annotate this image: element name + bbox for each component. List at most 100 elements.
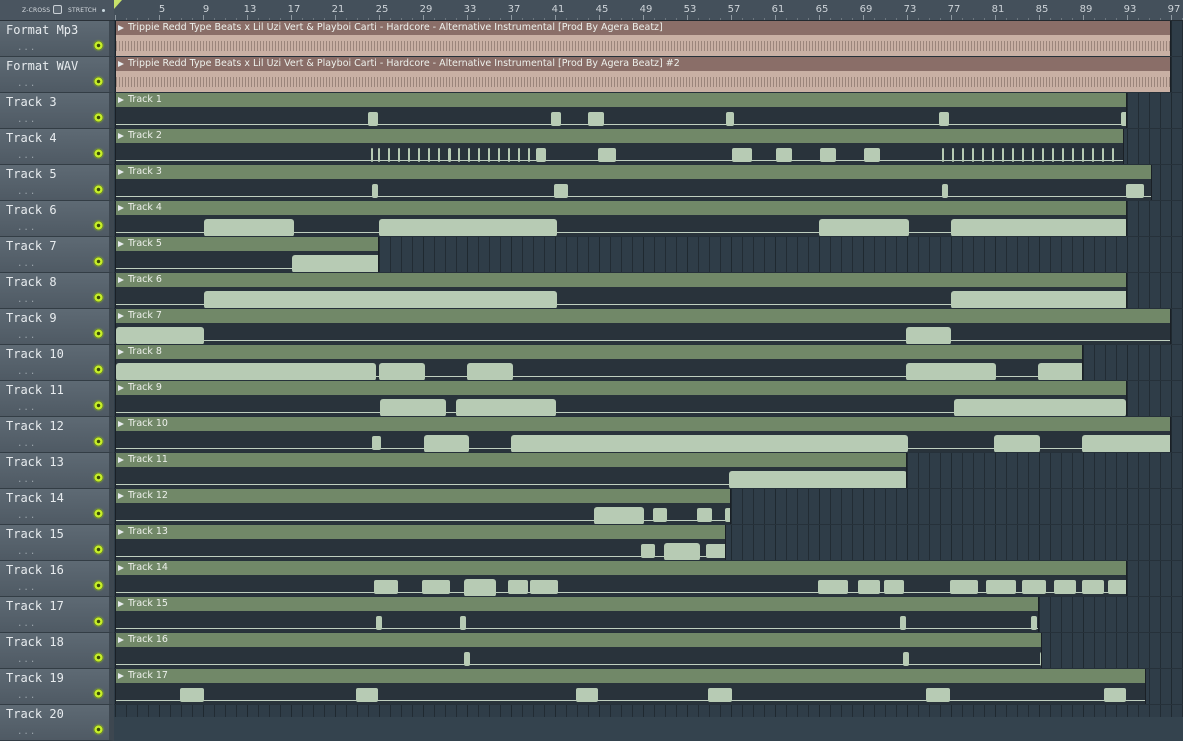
zcross-toggle[interactable] xyxy=(53,5,62,14)
mute-led-icon[interactable] xyxy=(94,437,103,446)
mute-led-icon[interactable] xyxy=(94,617,103,626)
clip-title-bar[interactable]: Track 1 xyxy=(116,93,1126,107)
clip-title-bar[interactable]: Track 8 xyxy=(116,345,1082,359)
track-header[interactable]: Track 7... xyxy=(0,237,114,273)
clip-title-bar[interactable]: Track 11 xyxy=(116,453,906,467)
pattern-clip[interactable]: Track 4 xyxy=(115,201,1127,236)
pattern-clip[interactable]: Track 14 xyxy=(115,561,1127,596)
pattern-clip[interactable]: Track 11 xyxy=(115,453,907,488)
pattern-clip[interactable]: Track 1 xyxy=(115,93,1127,128)
clip-title-bar[interactable]: Track 5 xyxy=(116,237,378,251)
track-name[interactable]: Track 12 xyxy=(6,419,64,433)
mute-led-icon[interactable] xyxy=(94,185,103,194)
track-header[interactable]: Format WAV... xyxy=(0,57,114,93)
clip-title-bar[interactable]: Track 16 xyxy=(116,633,1041,647)
track-options[interactable]: ... xyxy=(17,727,36,737)
track-options[interactable]: ... xyxy=(17,475,36,485)
mute-led-icon[interactable] xyxy=(94,149,103,158)
track-name[interactable]: Track 4 xyxy=(6,131,57,145)
clip-title-bar[interactable]: Track 7 xyxy=(116,309,1170,323)
mute-led-icon[interactable] xyxy=(94,113,103,122)
track-options[interactable]: ... xyxy=(17,691,36,701)
track-header[interactable]: Format Mp3... xyxy=(0,21,114,57)
track-name[interactable]: Format WAV xyxy=(6,59,78,73)
track-options[interactable]: ... xyxy=(17,367,36,377)
mute-led-icon[interactable] xyxy=(94,581,103,590)
track-name[interactable]: Track 15 xyxy=(6,527,64,541)
track-header[interactable]: Track 4... xyxy=(0,129,114,165)
pattern-clip[interactable]: Track 2 xyxy=(115,129,1125,164)
track-name[interactable]: Track 20 xyxy=(6,707,64,721)
audio-clip[interactable]: Trippie Redd Type Beats x Lil Uzi Vert &… xyxy=(115,21,1171,56)
song-position-marker-icon[interactable] xyxy=(114,0,122,9)
clip-title-bar[interactable]: Track 10 xyxy=(116,417,1170,431)
track-options[interactable]: ... xyxy=(17,619,36,629)
track-name[interactable]: Track 9 xyxy=(6,311,57,325)
track-name[interactable]: Track 6 xyxy=(6,203,57,217)
track-header[interactable]: Track 5... xyxy=(0,165,114,201)
mute-led-icon[interactable] xyxy=(94,221,103,230)
track-options[interactable]: ... xyxy=(17,115,36,125)
track-header[interactable]: Track 19... xyxy=(0,669,114,705)
track-options[interactable]: ... xyxy=(17,295,36,305)
mute-led-icon[interactable] xyxy=(94,257,103,266)
track-options[interactable]: ... xyxy=(17,439,36,449)
track-name[interactable]: Track 3 xyxy=(6,95,57,109)
mute-led-icon[interactable] xyxy=(94,473,103,482)
track-header[interactable]: Track 20... xyxy=(0,705,114,741)
track-options[interactable]: ... xyxy=(17,259,36,269)
clip-title-bar[interactable]: Track 9 xyxy=(116,381,1126,395)
track-header[interactable]: Track 18... xyxy=(0,633,114,669)
pattern-clip[interactable]: Track 12 xyxy=(115,489,731,524)
pattern-clip[interactable]: Track 9 xyxy=(115,381,1127,416)
mute-led-icon[interactable] xyxy=(94,41,103,50)
track-header[interactable]: Track 8... xyxy=(0,273,114,309)
timeline-ruler[interactable]: 5 9 13 17 21 25 29 33 37 41 45 49 53 57 61 65 69 73 77 81 85… xyxy=(114,0,1183,21)
clip-title-bar[interactable]: Track 17 xyxy=(116,669,1146,683)
clip-title-bar[interactable]: Track 13 xyxy=(116,525,725,539)
clip-title-bar[interactable]: Track 15 xyxy=(116,597,1038,611)
track-name[interactable]: Track 5 xyxy=(6,167,57,181)
clip-title-bar[interactable]: Trippie Redd Type Beats x Lil Uzi Vert &… xyxy=(116,57,1170,71)
track-options[interactable]: ... xyxy=(17,187,36,197)
track-options[interactable]: ... xyxy=(17,223,36,233)
pattern-clip[interactable]: Track 6 xyxy=(115,273,1127,308)
clip-title-bar[interactable]: Track 6 xyxy=(116,273,1126,287)
pattern-clip[interactable]: Track 10 xyxy=(115,417,1171,452)
track-header[interactable]: Track 16... xyxy=(0,561,114,597)
pattern-clip[interactable]: Track 7 xyxy=(115,309,1171,344)
clip-title-bar[interactable]: Track 14 xyxy=(116,561,1126,575)
clip-title-bar[interactable]: Track 12 xyxy=(116,489,730,503)
track-header[interactable]: Track 3... xyxy=(0,93,114,129)
track-header[interactable]: Track 11... xyxy=(0,381,114,417)
mute-led-icon[interactable] xyxy=(94,365,103,374)
pattern-clip[interactable]: Track 13 xyxy=(115,525,726,560)
clip-title-bar[interactable]: Trippie Redd Type Beats x Lil Uzi Vert &… xyxy=(116,21,1170,35)
mute-led-icon[interactable] xyxy=(94,545,103,554)
pattern-clip[interactable]: Track 5 xyxy=(115,237,379,272)
track-name[interactable]: Track 8 xyxy=(6,275,57,289)
track-name[interactable]: Track 7 xyxy=(6,239,57,253)
mute-led-icon[interactable] xyxy=(94,329,103,338)
clip-title-bar[interactable]: Track 2 xyxy=(116,129,1124,143)
track-header[interactable]: Track 13... xyxy=(0,453,114,489)
track-name[interactable]: Track 13 xyxy=(6,455,64,469)
track-options[interactable]: ... xyxy=(17,583,36,593)
pattern-clip[interactable]: Track 16 xyxy=(115,633,1042,668)
track-name[interactable]: Track 19 xyxy=(6,671,64,685)
track-name[interactable]: Track 17 xyxy=(6,599,64,613)
mute-led-icon[interactable] xyxy=(94,509,103,518)
track-header[interactable]: Track 17... xyxy=(0,597,114,633)
track-options[interactable]: ... xyxy=(17,655,36,665)
track-header[interactable]: Track 12... xyxy=(0,417,114,453)
mute-led-icon[interactable] xyxy=(94,77,103,86)
track-name[interactable]: Track 18 xyxy=(6,635,64,649)
pattern-clip[interactable]: Track 17 xyxy=(115,669,1147,704)
track-options[interactable]: ... xyxy=(17,403,36,413)
pattern-clip[interactable]: Track 15 xyxy=(115,597,1039,632)
track-header[interactable]: Track 10... xyxy=(0,345,114,381)
track-header[interactable]: Track 14... xyxy=(0,489,114,525)
playlist-lane[interactable] xyxy=(114,705,1183,717)
track-options[interactable]: ... xyxy=(17,43,36,53)
mute-led-icon[interactable] xyxy=(94,401,103,410)
